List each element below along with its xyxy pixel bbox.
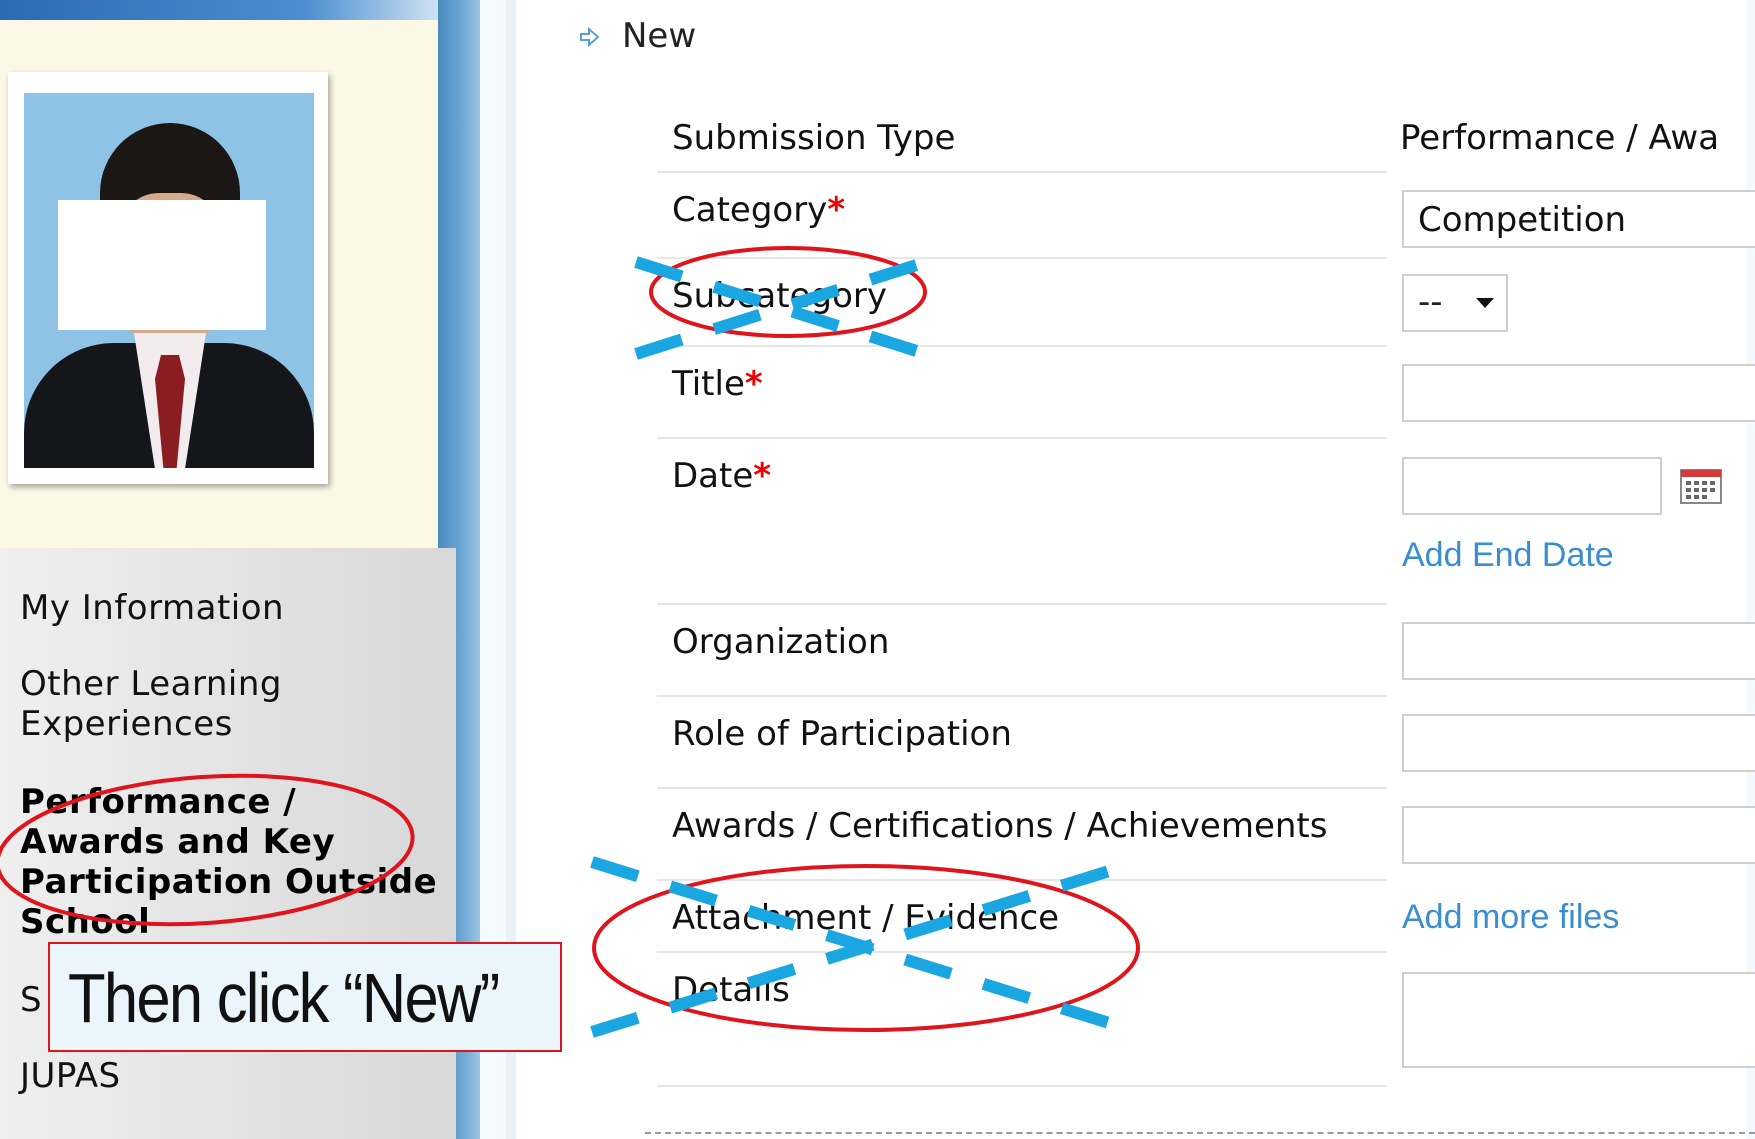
row-divider (657, 257, 1387, 259)
instruction-callout: Then click “New” (48, 942, 562, 1052)
row-divider (657, 345, 1387, 347)
awards-input[interactable] (1402, 806, 1755, 864)
category-value: Competition (1418, 200, 1627, 240)
required-mark: * (827, 190, 846, 230)
category-label: Category* (672, 190, 846, 230)
profile-header-bar (0, 0, 438, 20)
organization-label: Organization (672, 622, 890, 662)
awards-label: Awards / Certifications / Achievements (672, 806, 1328, 846)
row-divider (657, 879, 1387, 881)
attachment-label: Attachment / Evidence (672, 898, 1060, 938)
role-label: Role of Participation (672, 714, 1012, 754)
sidebar-item-my-information[interactable]: My Information (20, 588, 284, 628)
row-divider (657, 603, 1387, 605)
face-redaction-box (58, 200, 266, 330)
chevron-down-icon (1476, 298, 1494, 308)
required-mark: * (744, 364, 763, 404)
arrow-right-icon (580, 26, 600, 48)
title-input[interactable] (1402, 364, 1755, 422)
row-divider (657, 1085, 1387, 1087)
submission-type-value: Performance / Awa (1400, 118, 1720, 158)
date-label: Date* (672, 456, 772, 496)
category-select[interactable]: Competition (1402, 190, 1755, 248)
row-divider (657, 787, 1387, 789)
row-divider (657, 171, 1387, 173)
submission-type-label: Submission Type (672, 118, 956, 158)
sidebar-item-other-learning-experiences[interactable]: Other Learning Experiences (20, 664, 282, 744)
row-divider (657, 695, 1387, 697)
dashed-separator (645, 1132, 1755, 1134)
organization-input[interactable] (1402, 622, 1755, 680)
calendar-icon[interactable] (1680, 466, 1722, 504)
date-input[interactable] (1402, 457, 1662, 515)
row-divider (657, 437, 1387, 439)
add-more-files-link[interactable]: Add more files (1402, 898, 1619, 937)
row-divider (657, 951, 1387, 953)
callout-text: Then click “New” (68, 959, 500, 1037)
new-link[interactable]: New (622, 16, 696, 56)
subcategory-value: -- (1418, 282, 1443, 322)
add-end-date-link[interactable]: Add End Date (1402, 536, 1614, 575)
sidebar-item-jupas[interactable]: JUPAS (20, 1056, 121, 1096)
role-input[interactable] (1402, 714, 1755, 772)
details-label: Details (672, 970, 790, 1010)
subcategory-select[interactable]: -- (1402, 274, 1508, 332)
title-label: Title* (672, 364, 763, 404)
details-textarea[interactable] (1402, 972, 1755, 1068)
required-mark: * (753, 456, 772, 496)
sidebar-item-performance-awards[interactable]: Performance / Awards and Key Participati… (20, 782, 437, 942)
sidebar-item-s[interactable]: S (20, 980, 42, 1020)
subcategory-label: Subcategory (672, 276, 887, 316)
